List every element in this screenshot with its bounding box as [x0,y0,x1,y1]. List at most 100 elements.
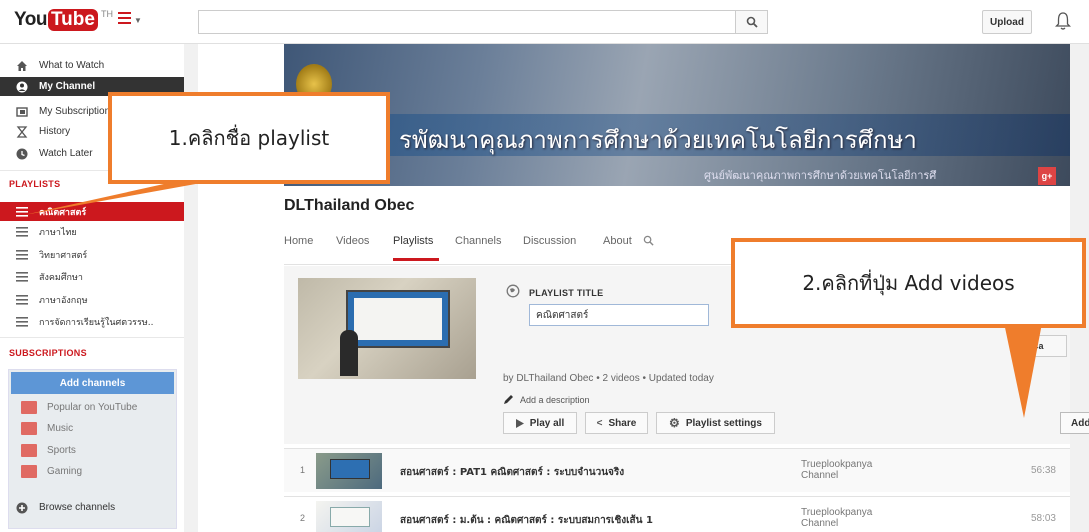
thumbnail-teacher [340,330,358,376]
sidebar-playlist-21st-century[interactable]: การจัดการเรียนรู้ในศตวรรษ.. [0,312,184,331]
video-owner[interactable]: Trueplookpanya Channel [801,459,872,481]
playlist-meta: by DLThailand Obec • 2 videos • Updated … [503,373,714,384]
subscription-sports[interactable]: Sports [21,441,76,459]
sidebar-item-what-to-watch[interactable]: What to Watch [0,56,184,75]
sidebar-playlist-math[interactable]: คณิตศาสตร์ [0,202,184,221]
add-description-label: Add a description [520,394,590,405]
annotation-step-2: 2.คลิกที่ปุ่ม Add videos [731,238,1086,328]
playlist-title-label: PLAYLIST TITLE [529,288,604,298]
video-index: 2 [300,513,306,523]
plus-circle-icon [16,502,28,514]
pencil-icon [504,395,513,404]
banner-title: รพัฒนาคุณภาพการศึกษาด้วยเทคโนโลยีการศึกษ… [399,126,917,154]
video-duration: 58:03 [1030,513,1056,524]
sidebar-item-label: วิทยาศาสตร์ [39,250,88,261]
subscriptions-section-title: SUBSCRIPTIONS [9,348,87,358]
channel-search-icon[interactable] [643,235,654,261]
video-index: 1 [300,465,306,475]
sidebar-item-label: คณิตศาสตร์ [39,207,87,218]
share-button[interactable]: < Share [585,412,648,434]
clock-icon [16,148,28,160]
subscription-label: Gaming [47,465,83,477]
subscription-music[interactable]: Music [21,419,73,437]
play-icon [515,418,524,428]
playlist-thumbnail[interactable] [298,278,476,379]
caret-down-icon: ▼ [134,16,142,25]
list-icon [16,294,28,306]
sidebar-item-label: My Subscriptions [39,106,116,117]
add-channels-button[interactable]: Add channels [11,372,174,394]
sidebar-playlist-english[interactable]: ภาษาอังกฤษ [0,290,184,309]
owner-name-suffix: Channel [801,518,839,529]
annotation-step-1: 1.คลิกชื่อ playlist [108,92,390,184]
tab-discussion[interactable]: Discussion [523,235,603,261]
add-description-link[interactable]: Add a description [503,394,590,405]
playlist-title-input[interactable]: คณิตศาสตร์ [529,304,709,326]
sidebar-item-label: History [39,126,71,137]
owner-name-suffix: Channel [801,470,839,481]
youtube-logo[interactable]: You Tube TH [14,9,113,31]
video-owner[interactable]: Trueplookpanya Channel [801,507,872,529]
video-thumbnail[interactable] [316,453,382,489]
star-icon [21,400,37,414]
subscription-gaming[interactable]: Gaming [21,462,82,480]
sidebar-item-label: My Channel [39,81,96,92]
upload-button[interactable]: Upload [982,10,1032,34]
sidebar-item-label: ภาษาอังกฤษ [39,295,88,306]
share-label: Share [608,417,637,429]
sidebar-playlist-thai[interactable]: ภาษาไทย [0,222,184,241]
user-icon [16,81,28,93]
add-videos-button[interactable]: Add videos [1060,412,1089,434]
video-title[interactable]: สอนศาสตร์ : PAT1 คณิตศาสตร์ : ระบบจำนวนจ… [400,465,624,480]
search-icon [746,16,758,28]
video-row[interactable]: 1 สอนศาสตร์ : PAT1 คณิตศาสตร์ : ระบบจำนว… [284,448,1070,492]
channel-tabs: Home Videos Playlists Channels Discussio… [284,235,654,261]
bell-icon[interactable] [1054,11,1072,34]
tab-home[interactable]: Home [284,235,336,261]
list-icon [16,226,28,238]
subscriptions-icon [16,106,28,118]
logo-tube: Tube [47,9,98,31]
banner-subtitle: ศูนย์พัฒนาคุณภาพการศึกษาด้วยเทคโนโลยีการ… [704,169,937,182]
globe-icon[interactable] [506,284,520,301]
list-icon [16,271,28,283]
video-duration: 56:38 [1030,465,1056,476]
sidebar-playlist-science[interactable]: วิทยาศาสตร์ [0,245,184,264]
subscription-label: Sports [47,444,76,456]
guide-menu-button[interactable]: ▼ [118,12,142,26]
sidebar-item-label: Browse channels [39,502,116,513]
tab-about[interactable]: About [603,235,643,261]
playlist-settings-button[interactable]: ⚙ Playlist settings [656,412,775,434]
list-icon [16,316,28,328]
thumbnail-board [330,459,370,479]
channel-name[interactable]: DLThailand Obec [284,197,414,215]
video-title[interactable]: สอนศาสตร์ : ม.ต้น : คณิตศาสตร์ : ระบบสมก… [400,513,653,528]
sidebar-item-label: Watch Later [39,148,93,159]
video-row[interactable]: 2 สอนศาสตร์ : ม.ต้น : คณิตศาสตร์ : ระบบส… [284,496,1070,532]
search-input[interactable] [198,10,736,34]
google-plus-icon[interactable]: g+ [1038,167,1056,185]
sidebar-playlist-social[interactable]: สังคมศึกษา [0,267,184,286]
video-thumbnail[interactable] [316,501,382,532]
channel-banner: รพัฒนาคุณภาพการศึกษาด้วยเทคโนโลยีการศึกษ… [284,44,1070,186]
subscription-popular[interactable]: Popular on YouTube [21,398,137,416]
cancel-button[interactable]: Ca [1019,335,1067,357]
play-all-button[interactable]: Play all [503,412,577,434]
owner-name: Trueplookpanya [801,459,873,470]
sidebar-item-label: สังคมศึกษา [39,272,83,283]
search-button[interactable] [736,10,768,34]
owner-name: Trueplookpanya [801,507,873,518]
sidebar-item-browse-channels[interactable]: Browse channels [0,498,184,517]
subscription-label: Popular on YouTube [47,401,138,413]
logo-region: TH [100,9,113,19]
thumbnail-board [330,507,370,527]
tab-videos[interactable]: Videos [336,235,393,261]
tab-channels[interactable]: Channels [455,235,523,261]
trophy-icon [21,443,37,457]
home-icon [16,60,28,72]
share-icon: < [596,417,603,429]
tab-playlists[interactable]: Playlists [393,235,439,261]
play-all-label: Play all [529,417,565,429]
sidebar-item-label: What to Watch [39,60,105,71]
playlist-settings-label: Playlist settings [685,417,762,429]
